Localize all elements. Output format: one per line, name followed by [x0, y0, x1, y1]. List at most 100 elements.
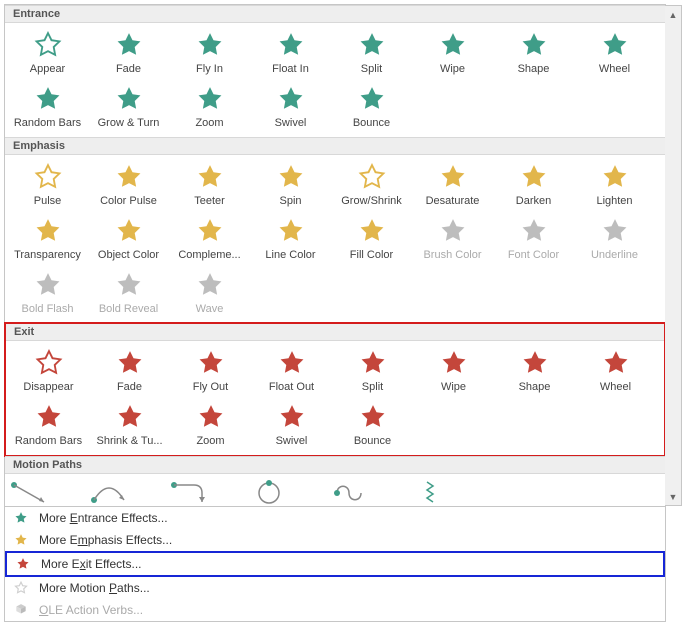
- animation-item[interactable]: Wipe: [412, 27, 493, 81]
- animation-item[interactable]: Split: [331, 27, 412, 81]
- motion-line-icon[interactable]: [9, 480, 49, 506]
- animation-item[interactable]: Pulse: [7, 159, 88, 213]
- animation-label: Split: [334, 381, 411, 393]
- animation-label: Shrink & Tu...: [91, 435, 168, 447]
- animation-label: Float In: [252, 63, 329, 75]
- motion-zigzag-icon[interactable]: [409, 480, 449, 506]
- animation-gallery-panel: ▲ ▼ Entrance Appear Fade Fly In Float In…: [4, 4, 666, 507]
- menu-more-emphasis[interactable]: More Emphasis Effects...: [5, 529, 665, 551]
- star-icon: [439, 349, 469, 379]
- animation-label: Fade: [91, 381, 168, 393]
- star-icon: [114, 163, 144, 193]
- animation-item[interactable]: Swivel: [251, 399, 332, 453]
- animation-item[interactable]: Bounce: [332, 399, 413, 453]
- animation-label: Brush Color: [414, 249, 491, 261]
- star-icon: [13, 580, 29, 596]
- animation-item[interactable]: Split: [332, 345, 413, 399]
- animation-item[interactable]: Shape: [493, 27, 574, 81]
- animation-item[interactable]: Zoom: [170, 399, 251, 453]
- animation-label: Wipe: [414, 63, 491, 75]
- star-icon: [195, 31, 225, 61]
- star-icon: [520, 349, 550, 379]
- animation-item[interactable]: Wave: [169, 267, 250, 321]
- ole-icon: [13, 602, 29, 618]
- star-icon: [438, 217, 468, 247]
- animation-label: Transparency: [9, 249, 86, 261]
- star-icon: [276, 31, 306, 61]
- animation-label: Desaturate: [414, 195, 491, 207]
- menu-more-motion[interactable]: More Motion Paths...: [5, 577, 665, 599]
- animation-item[interactable]: Line Color: [250, 213, 331, 267]
- animation-label: Zoom: [171, 117, 248, 129]
- animation-label: Font Color: [495, 249, 572, 261]
- menu-label: More Emphasis Effects...: [39, 533, 172, 547]
- animation-label: Color Pulse: [90, 195, 167, 207]
- animation-item[interactable]: Swivel: [250, 81, 331, 135]
- animation-item[interactable]: Random Bars: [7, 81, 88, 135]
- animation-item[interactable]: Spin: [250, 159, 331, 213]
- animation-item[interactable]: Fade: [89, 345, 170, 399]
- motion-turn-icon[interactable]: [169, 480, 209, 506]
- animation-item[interactable]: Bold Flash: [7, 267, 88, 321]
- animation-item[interactable]: Fade: [88, 27, 169, 81]
- animation-item[interactable]: Bold Reveal: [88, 267, 169, 321]
- animation-item[interactable]: Wheel: [574, 27, 655, 81]
- menu-more-entrance[interactable]: More Entrance Effects...: [5, 507, 665, 529]
- animation-item[interactable]: Random Bars: [8, 399, 89, 453]
- animation-item[interactable]: Desaturate: [412, 159, 493, 213]
- star-icon: [276, 85, 306, 115]
- motion-loop-icon[interactable]: [329, 480, 369, 506]
- star-icon: [276, 217, 306, 247]
- star-icon: [195, 271, 225, 301]
- animation-item[interactable]: Shrink & Tu...: [89, 399, 170, 453]
- star-icon: [277, 403, 307, 433]
- animation-item[interactable]: Appear: [7, 27, 88, 81]
- star-icon: [114, 85, 144, 115]
- menu-more-exit[interactable]: More Exit Effects...: [5, 551, 665, 577]
- animation-item[interactable]: Grow/Shrink: [331, 159, 412, 213]
- motion-circle-icon[interactable]: [249, 480, 289, 506]
- animation-item[interactable]: Bounce: [331, 81, 412, 135]
- animation-label: Fly In: [171, 63, 248, 75]
- motion-arc-icon[interactable]: [89, 480, 129, 506]
- animation-item[interactable]: Shape: [494, 345, 575, 399]
- animation-item[interactable]: Underline: [574, 213, 655, 267]
- animation-item[interactable]: Brush Color: [412, 213, 493, 267]
- animation-item[interactable]: Fill Color: [331, 213, 412, 267]
- animation-item[interactable]: Teeter: [169, 159, 250, 213]
- animation-item[interactable]: Fly Out: [170, 345, 251, 399]
- scrollbar[interactable]: ▲ ▼: [665, 5, 682, 506]
- animation-item[interactable]: Font Color: [493, 213, 574, 267]
- animation-label: Fade: [90, 63, 167, 75]
- animation-item[interactable]: Wipe: [413, 345, 494, 399]
- animation-item[interactable]: Disappear: [8, 345, 89, 399]
- star-icon: [357, 163, 387, 193]
- animation-item[interactable]: Float In: [250, 27, 331, 81]
- menu-label: OLE Action Verbs...: [39, 603, 143, 617]
- animation-item[interactable]: Compleme...: [169, 213, 250, 267]
- animation-label: Pulse: [9, 195, 86, 207]
- star-icon: [438, 163, 468, 193]
- section-header-exit: Exit: [6, 324, 664, 341]
- star-icon: [276, 163, 306, 193]
- more-effects-menu: More Entrance Effects... More Emphasis E…: [4, 507, 666, 622]
- section-header-entrance: Entrance: [5, 5, 665, 23]
- star-icon: [195, 85, 225, 115]
- animation-label: Shape: [496, 381, 573, 393]
- animation-item[interactable]: Fly In: [169, 27, 250, 81]
- star-icon: [115, 349, 145, 379]
- animation-item[interactable]: Darken: [493, 159, 574, 213]
- animation-item[interactable]: Color Pulse: [88, 159, 169, 213]
- animation-item[interactable]: Lighten: [574, 159, 655, 213]
- animation-item[interactable]: Zoom: [169, 81, 250, 135]
- animation-item[interactable]: Grow & Turn: [88, 81, 169, 135]
- star-icon: [277, 349, 307, 379]
- scroll-up-icon[interactable]: ▲: [665, 6, 681, 23]
- animation-item[interactable]: Transparency: [7, 213, 88, 267]
- menu-label: More Entrance Effects...: [39, 511, 168, 525]
- scroll-down-icon[interactable]: ▼: [665, 488, 681, 505]
- animation-item[interactable]: Object Color: [88, 213, 169, 267]
- animation-item[interactable]: Float Out: [251, 345, 332, 399]
- animation-item[interactable]: Wheel: [575, 345, 656, 399]
- menu-ole-action-verbs: OLE Action Verbs...: [5, 599, 665, 621]
